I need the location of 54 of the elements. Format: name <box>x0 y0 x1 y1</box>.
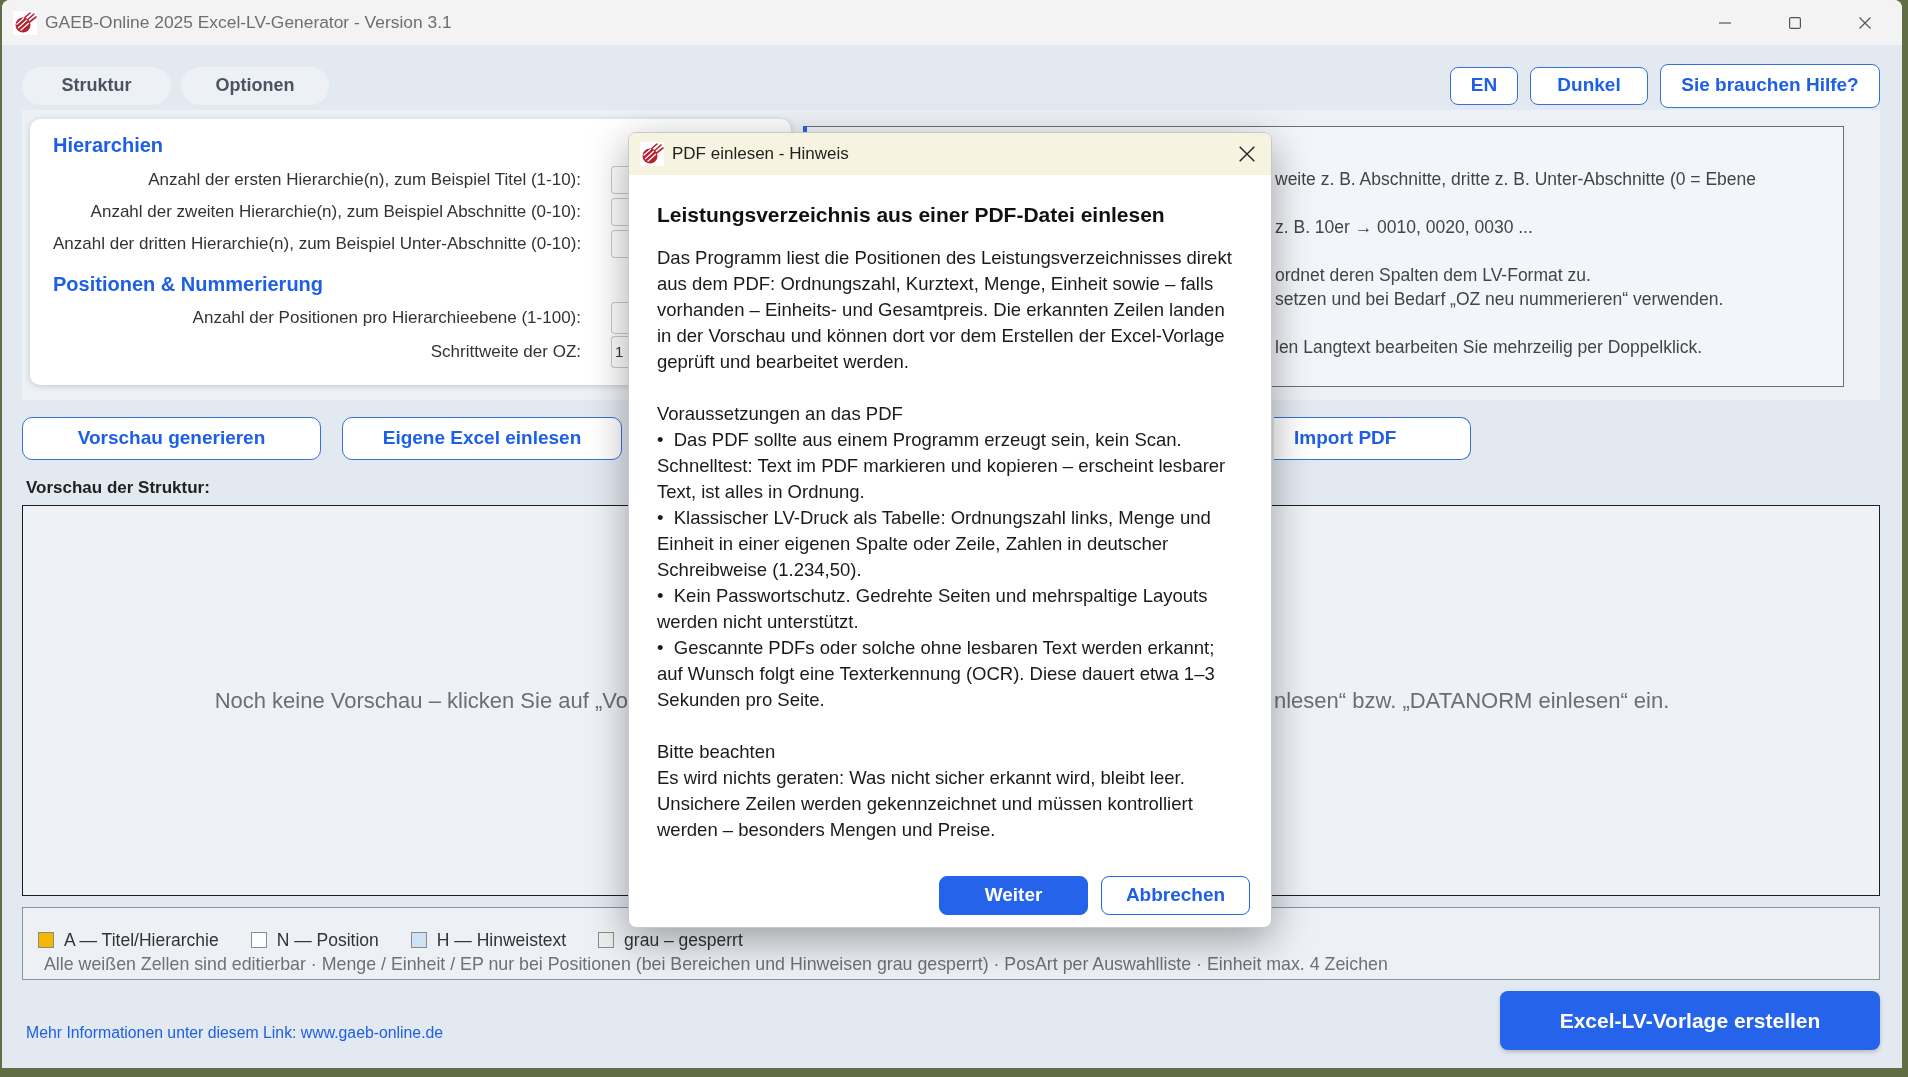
number-input[interactable] <box>611 198 628 226</box>
dialog-section-title: Bitte beachten <box>657 740 777 764</box>
legend-label: N — Position <box>276 930 379 950</box>
tab[interactable]: Struktur <box>22 66 171 105</box>
dialog-text: • Das PDF sollte aus einem Programm erzeugt sein, kein Scan. Schnelltest: Text im PDF markieren und kopieren – erscheint lesbarer Text, ist alles in Ordnung. <box>657 428 1227 504</box>
field-label: Anzahl der ersten Hierarchie(n), zum Beispiel Titel (1-10): <box>148 169 581 192</box>
number-input[interactable] <box>611 230 628 258</box>
field-label: Anzahl der dritten Hierarchie(n), zum Beispiel Unter-Abschnitte (0-10): <box>53 233 582 256</box>
dialog-button[interactable]: Abbrechen <box>1101 876 1250 915</box>
help-text: z. B. 10er → 0010, 0020, 0030 ... <box>1275 216 1533 239</box>
header-button[interactable]: EN <box>1450 66 1518 105</box>
logo-icon <box>13 10 37 35</box>
section-heading: Positionen & Nummerierung <box>53 272 324 297</box>
legend-label: H — Hinweistext <box>436 930 567 950</box>
number-input[interactable] <box>611 166 628 194</box>
create-template-button[interactable]: Excel-LV-Vorlage erstellen <box>1500 991 1880 1050</box>
help-text: weite z. B. Abschnitte, dritte z. B. Unter-Abschnitte (0 = Ebene <box>1275 168 1756 191</box>
dialog-text: Es wird nichts geraten: Was nicht sicher erkannt wird, bleibt leer. Unsichere Zeilen werden gekennzeichnet und müssen kontrolliert werden – besonders Mengen und Preise. <box>657 766 1194 842</box>
logo-icon <box>640 142 664 166</box>
action-button[interactable]: Eigene Excel einlesen <box>342 417 622 460</box>
dialog-text: Das Programm liest die Positionen des Leistungsverzeichnisses direkt aus dem PDF: Ordnungszahl, Kurztext, Menge, Einheit sowie – falls vorhanden – Einheits- und Gesamtpreis. Die erkannten Zeilen landen in der Vorschau und können dort vor dem Erstellen der Excel-Vorlage geprüft und bearbeitet werden. <box>657 246 1233 374</box>
legend-note: Alle weißen Zellen sind editierbar · Menge / Einheit / EP nur bei Positionen (bei Bereichen und Hinweisen grau gesperrt) · PosArt per Auswahlliste · Einheit max. 4 Zeichen <box>44 954 1388 974</box>
legend-label: A — Titel/Hierarchie <box>64 930 219 950</box>
maximize-icon[interactable] <box>1789 16 1801 29</box>
number-input[interactable]: 1 <box>611 336 628 368</box>
dialog-heading: Leistungsverzeichnis aus einer PDF-Datei einlesen <box>657 202 1166 228</box>
help-text: setzen und bei Bedarf „OZ neu nummerieren“ verwenden. <box>1275 288 1724 311</box>
dialog-section-title: Voraussetzungen an das PDF <box>657 402 904 426</box>
action-button[interactable]: Vorschau generieren <box>22 417 321 460</box>
close-icon[interactable] <box>1239 146 1255 162</box>
dialog-button[interactable]: Weiter <box>939 876 1088 915</box>
placeholder-text: Noch keine Vorschau – klicken Sie auf „Vo <box>214 687 628 715</box>
dialog-title: PDF einlesen - Hinweis <box>672 143 849 166</box>
field-label: Schrittweite der OZ: <box>430 341 581 364</box>
minimize-icon[interactable] <box>1719 21 1731 24</box>
help-text: ordnet deren Spalten dem LV-Format zu. <box>1275 264 1591 287</box>
window-title: GAEB-Online 2025 Excel-LV-Generator - Version 3.1 <box>45 11 452 35</box>
field-label: Anzahl der zweiten Hierarchie(n), zum Beispiel Abschnitte (0-10): <box>90 201 581 224</box>
header-button[interactable]: Sie brauchen Hilfe? <box>1660 63 1880 108</box>
preview-label: Vorschau der Struktur: <box>26 477 210 499</box>
tab[interactable]: Optionen <box>181 66 329 105</box>
section-heading: Hierarchien <box>53 133 164 158</box>
action-button[interactable]: Import PDF <box>1274 417 1471 460</box>
dialog-text: • Klassischer LV-Druck als Tabelle: Ordnungszahl links, Menge und Einheit in einer eigenen Spalte oder Zeile, Zahlen in deutscher Schreibweise (1.234,50). <box>657 506 1212 582</box>
field-label: Anzahl der Positionen pro Hierarchieebene (1-100): <box>192 307 581 330</box>
header-button[interactable]: Dunkel <box>1530 66 1648 105</box>
close-icon[interactable] <box>1859 16 1871 29</box>
legend-label: grau – gesperrt <box>624 930 743 950</box>
placeholder-text: nlesen“ bzw. „DATANORM einlesen“ ein. <box>1274 687 1670 715</box>
number-input[interactable] <box>611 302 628 334</box>
info-link[interactable]: Mehr Informationen unter diesem Link: www.gaeb-online.de <box>26 1023 444 1043</box>
dialog-text: • Kein Passwortschutz. Gedrehte Seiten und mehrspaltige Layouts werden nicht unterstützt. <box>657 584 1209 634</box>
help-text: len Langtext bearbeiten Sie mehrzeilig per Doppelklick. <box>1275 336 1703 359</box>
dialog-text: • Gescannte PDFs oder solche ohne lesbaren Text werden erkannt; auf Wunsch folgt eine Texterkennung (OCR). Diese dauert etwa 1–3 Sekunden pro Seite. <box>657 636 1216 712</box>
